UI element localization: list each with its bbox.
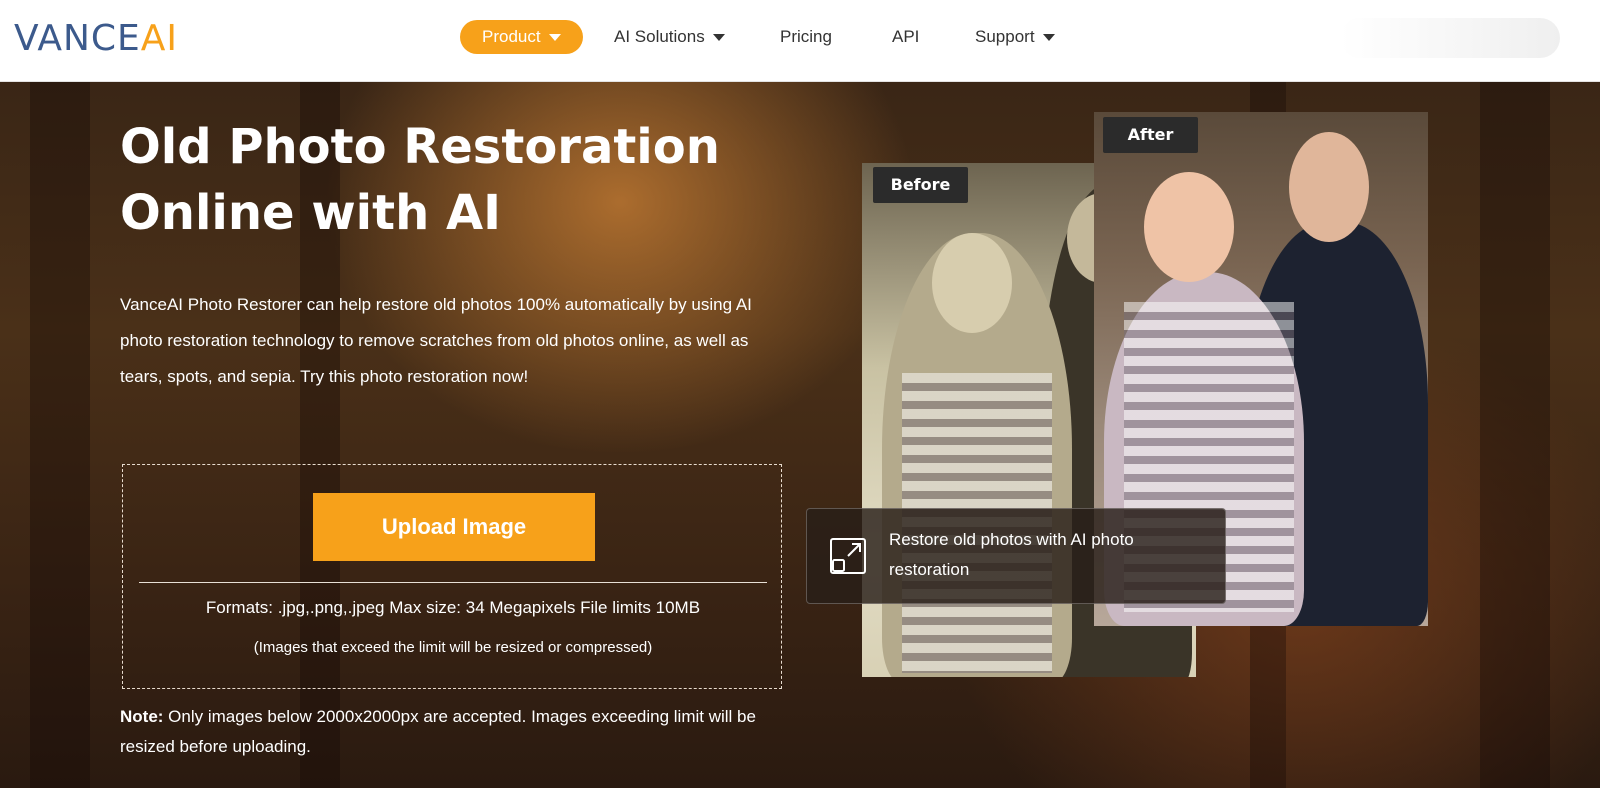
- title-line-1: Old Photo Restoration: [120, 119, 720, 175]
- logo-text: VANCE: [14, 18, 141, 59]
- nav-product-label: Product: [482, 27, 541, 46]
- man-face: [1289, 132, 1369, 242]
- nav-pricing[interactable]: Pricing: [780, 20, 832, 54]
- nav-support-label: Support: [975, 27, 1035, 46]
- nav-api-label: API: [892, 27, 920, 46]
- title-line-2: Online with AI: [120, 185, 501, 241]
- nav-ai-solutions[interactable]: AI Solutions: [614, 20, 725, 54]
- background-tree: [1480, 82, 1550, 788]
- nav-ai-solutions-label: AI Solutions: [614, 27, 705, 46]
- chevron-down-icon: [1042, 34, 1055, 42]
- note-label: Note:: [120, 707, 164, 726]
- expand-icon: [830, 538, 866, 574]
- note-text: Only images below 2000x2000px are accept…: [120, 707, 756, 756]
- site-header: VANCEAI Product AI Solutions Pricing API…: [0, 0, 1600, 82]
- upload-formats-text: Formats: .jpg,.png,.jpeg Max size: 34 Me…: [205, 598, 701, 617]
- logo-accent-text: AI: [140, 18, 179, 59]
- vanceai-logo[interactable]: VANCEAI: [14, 18, 178, 60]
- nav-product[interactable]: Product: [460, 20, 583, 54]
- nav-support[interactable]: Support: [975, 20, 1055, 54]
- chevron-down-icon: [548, 34, 561, 42]
- upload-limit-note: (Images that exceed the limit will be re…: [253, 639, 653, 656]
- upload-image-button[interactable]: Upload Image: [313, 493, 595, 561]
- background-tree: [30, 82, 90, 788]
- page-title: Old Photo Restoration Online with AI: [120, 114, 800, 246]
- woman-face: [1144, 172, 1234, 282]
- chevron-down-icon: [712, 34, 725, 42]
- divider: [139, 582, 767, 583]
- nav-api[interactable]: API: [892, 20, 919, 54]
- size-note: Note: Only images below 2000x2000px are …: [120, 702, 810, 762]
- upload-dropzone[interactable]: Upload Image Formats: .jpg,.png,.jpeg Ma…: [122, 464, 782, 689]
- woman-face: [932, 233, 1012, 333]
- comparison-caption-card[interactable]: Restore old photos with AI photo restora…: [806, 508, 1226, 604]
- before-label: Before: [873, 167, 968, 203]
- after-label: After: [1103, 117, 1198, 153]
- nav-pricing-label: Pricing: [780, 27, 832, 46]
- hero-description: VanceAI Photo Restorer can help restore …: [120, 295, 752, 386]
- caption-text: Restore old photos with AI photo restora…: [889, 530, 1134, 579]
- account-area-blurred: [1340, 18, 1560, 58]
